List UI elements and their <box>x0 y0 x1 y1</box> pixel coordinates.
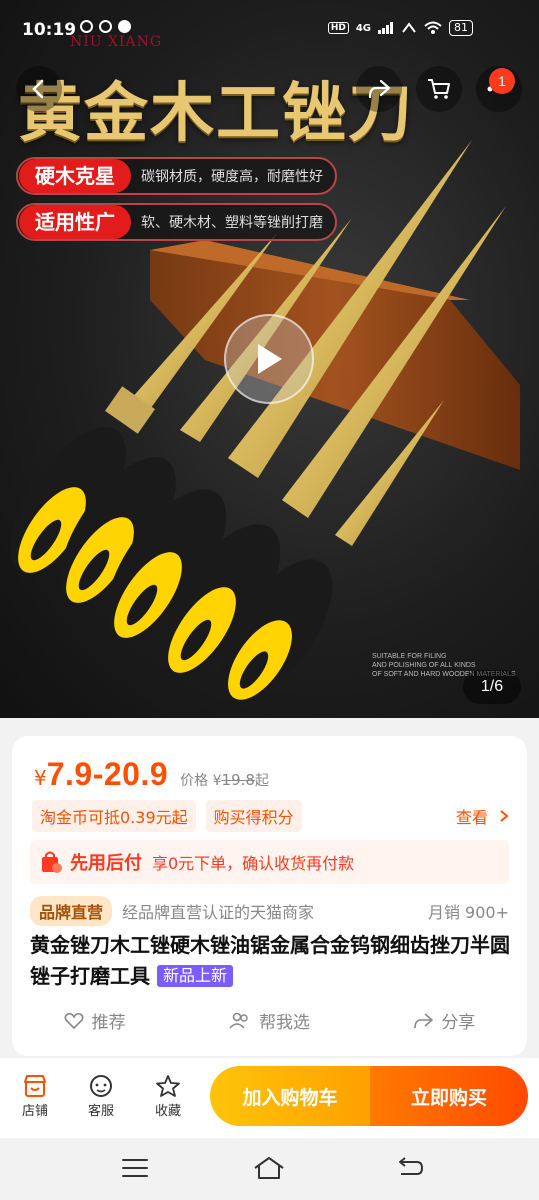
monthly-sales: 月销 900+ <box>427 903 509 922</box>
wifi-icon <box>424 21 442 34</box>
shop-button[interactable]: 店铺 <box>10 1072 60 1119</box>
recommend-button[interactable]: 推荐 <box>64 1008 126 1033</box>
notification-icons <box>80 20 131 33</box>
play-icon <box>258 344 282 374</box>
bottom-action-bar: 店铺 客服 收藏 加入购物车 立即购买 <box>0 1058 539 1138</box>
system-navigation-bar <box>0 1138 539 1200</box>
brand-direct-badge: 品牌直营 <box>30 896 113 926</box>
feature-pill: 适用性广 软、硬木材、塑料等锉削打磨 <box>16 203 337 241</box>
product-actions: 推荐 帮我选 分享 <box>12 1008 527 1033</box>
brand-watermark: NIU XIANG <box>70 34 163 50</box>
app-notification-icon <box>80 20 93 33</box>
benefit-chips: 淘金币可抵0.39元起 购买得积分 <box>32 800 302 832</box>
store-row: 品牌直营 经品牌直营认证的天猫商家 月销 900+ <box>30 896 509 926</box>
currency-symbol: ¥ <box>34 766 47 790</box>
store-icon <box>24 1075 46 1097</box>
clock: 10:19 <box>22 20 77 40</box>
home-icon[interactable] <box>252 1154 286 1182</box>
back-icon[interactable] <box>395 1154 425 1182</box>
hd-icon: HD <box>327 22 349 34</box>
feature-tag: 适用性广 <box>19 205 131 239</box>
message-icon <box>118 20 131 33</box>
view-benefits-link[interactable]: 查看 <box>456 804 509 828</box>
share-arrow-icon <box>368 79 391 99</box>
store-certification: 经品牌直营认证的天猫商家 <box>122 903 315 922</box>
pay-later-desc: 享0元下单，确认收货再付款 <box>152 854 355 873</box>
customer-service-button[interactable]: 客服 <box>76 1072 126 1119</box>
status-bar: NIU XIANG 10:19 HD 4G 81 <box>0 0 539 58</box>
feature-pill: 硬木克星 碳钢材质，硬度高，耐磨性好 <box>16 157 337 195</box>
service-icon <box>90 1075 112 1097</box>
star-icon <box>156 1075 180 1097</box>
battery-indicator: 81 <box>449 20 473 36</box>
price-row: ¥ 7.9-20.9 价格 ¥19.8起 <box>34 756 269 793</box>
help-me-choose-button[interactable]: 帮我选 <box>229 1008 310 1033</box>
product-image-carousel[interactable]: 黄金木工锉刀 硬木克星 碳钢材质，硬度高，耐磨性好 适用性广 软、硬木材、塑料等… <box>0 0 539 718</box>
storage-icon <box>99 20 112 33</box>
product-info-card: ¥ 7.9-20.9 价格 ¥19.8起 淘金币可抵0.39元起 购买得积分 查… <box>12 736 527 1056</box>
add-to-cart-button[interactable]: 加入购物车 <box>210 1066 370 1126</box>
cart-button[interactable] <box>416 66 462 112</box>
product-title: 黄金锉刀木工锉硬木锉油锯金属合金钨钢细齿挫刀半圆锉子打磨工具 新品上新 <box>30 933 510 988</box>
back-button[interactable] <box>16 66 62 112</box>
share-button[interactable] <box>356 66 402 112</box>
signal-icon <box>378 22 393 34</box>
system-icons: HD 4G 81 <box>327 20 473 36</box>
heart-icon <box>64 1012 84 1029</box>
feature-desc: 碳钢材质，硬度高，耐磨性好 <box>141 169 323 185</box>
feature-desc: 软、硬木材、塑料等锉削打磨 <box>141 215 323 231</box>
chevron-right-icon <box>500 810 509 822</box>
points-chip[interactable]: 购买得积分 <box>205 800 302 832</box>
share-product-button[interactable]: 分享 <box>413 1008 475 1033</box>
new-arrival-badge: 新品上新 <box>156 965 233 987</box>
hero-headline: 黄金木工锉刀 <box>18 76 414 151</box>
favorite-button[interactable]: 收藏 <box>143 1072 193 1119</box>
menu-icon[interactable] <box>120 1154 150 1182</box>
share-icon <box>414 1012 434 1028</box>
data-arrows-icon <box>402 22 416 33</box>
coin-discount-chip[interactable]: 淘金币可抵0.39元起 <box>32 800 196 832</box>
people-icon <box>229 1012 248 1029</box>
feature-tag: 硬木克星 <box>19 159 131 193</box>
original-price: 19.8 <box>221 771 255 789</box>
buy-now-button[interactable]: 立即购买 <box>370 1066 528 1126</box>
image-counter: 1/6 <box>463 670 521 704</box>
pay-later-banner[interactable]: 先用后付 享0元下单，确认收货再付款 <box>30 840 509 884</box>
cart-icon <box>428 79 450 99</box>
shopping-bag-icon <box>42 851 62 873</box>
play-video-button[interactable] <box>224 314 314 404</box>
reference-price: 价格 ¥19.8起 <box>180 771 269 789</box>
cart-count-badge: 1 <box>489 68 515 94</box>
pay-later-title: 先用后付 <box>70 853 142 874</box>
price-range: 7.9-20.9 <box>46 756 169 792</box>
network-label: 4G <box>355 22 371 34</box>
chevron-left-icon <box>32 79 44 99</box>
